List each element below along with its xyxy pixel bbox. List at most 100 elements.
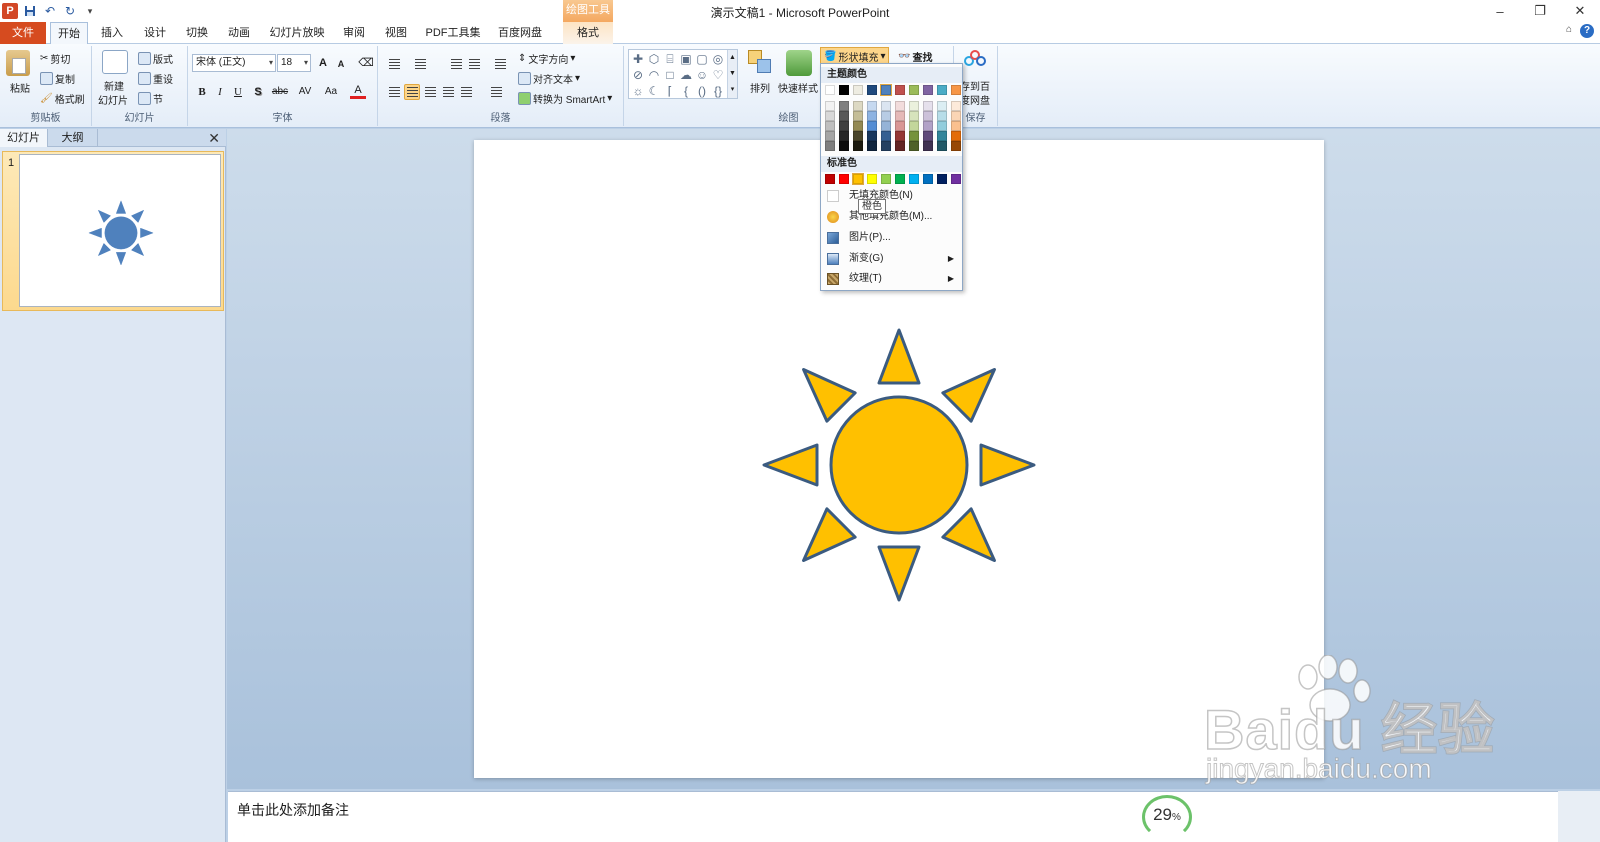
theme-shade-swatch[interactable] <box>951 121 961 131</box>
gradient-fill-item[interactable]: 渐变(G) ▶ <box>822 249 962 269</box>
section-button[interactable]: 节 <box>138 91 163 106</box>
copy-button[interactable]: 复制 <box>40 71 75 86</box>
font-size-combo[interactable]: 18 ▾ <box>277 54 311 72</box>
texture-fill-item[interactable]: 纹理(T) ▶ <box>822 269 962 289</box>
new-slide-label-2[interactable]: 幻灯片 <box>98 92 128 107</box>
shape-arc-icon[interactable]: ◠ <box>647 68 661 82</box>
standard-color-swatch[interactable] <box>839 174 849 184</box>
notes-pane[interactable]: 单击此处添加备注 <box>228 791 1558 842</box>
slide-thumbnail-selected[interactable]: 1 <box>2 151 224 311</box>
theme-shade-swatch[interactable] <box>839 131 849 141</box>
theme-shade-swatch[interactable] <box>825 131 835 141</box>
theme-shade-swatch[interactable] <box>825 101 835 111</box>
theme-shade-swatch[interactable] <box>825 121 835 131</box>
theme-shade-swatch[interactable] <box>951 111 961 121</box>
standard-color-swatch[interactable] <box>923 174 933 184</box>
arrange-icon[interactable] <box>748 50 772 74</box>
change-case-button[interactable]: Aa <box>320 84 342 100</box>
shape-curly-icon[interactable]: {} <box>711 84 725 98</box>
theme-shade-swatch[interactable] <box>867 101 877 111</box>
theme-shade-swatch[interactable] <box>839 111 849 121</box>
theme-shade-swatch[interactable] <box>923 131 933 141</box>
theme-shade-swatch[interactable] <box>923 111 933 121</box>
tab-slideshow[interactable]: 幻灯片放映 <box>262 22 332 44</box>
tab-transitions[interactable]: 切换 <box>178 22 216 44</box>
standard-color-swatch[interactable] <box>881 174 891 184</box>
notes-scrollbar[interactable] <box>1558 791 1600 842</box>
shape-sun-icon[interactable]: ☼ <box>631 84 645 98</box>
shape-square-icon[interactable]: □ <box>663 68 677 82</box>
shape-heart-icon[interactable]: ♡ <box>711 68 725 82</box>
theme-color-swatch[interactable] <box>951 85 961 95</box>
justify-icon[interactable] <box>440 84 456 100</box>
close-pane-icon[interactable]: ✕ <box>208 129 220 147</box>
theme-shade-swatch[interactable] <box>951 131 961 141</box>
theme-shade-swatch[interactable] <box>867 121 877 131</box>
picture-fill-item[interactable]: 图片(P)... <box>822 228 962 248</box>
theme-color-swatch[interactable] <box>937 85 947 95</box>
theme-color-swatch[interactable] <box>923 85 933 95</box>
theme-shade-swatch[interactable] <box>937 101 947 111</box>
theme-shade-swatch[interactable] <box>937 121 947 131</box>
smartart-button[interactable]: 转换为 SmartArt ▾ <box>518 91 612 106</box>
tab-outline[interactable]: 大纲 <box>48 129 98 147</box>
tab-format[interactable]: 格式 <box>563 22 613 44</box>
theme-shade-swatch[interactable] <box>909 121 919 131</box>
shape-can-icon[interactable]: ⌸ <box>663 52 677 66</box>
theme-shade-swatch[interactable] <box>881 121 891 131</box>
shape-cube-icon[interactable]: ▣ <box>679 52 693 66</box>
baidu-netdisk-icon[interactable] <box>964 50 986 68</box>
tab-file[interactable]: 文件 <box>0 22 46 44</box>
columns-icon[interactable] <box>488 84 504 100</box>
theme-shade-swatch[interactable] <box>839 121 849 131</box>
theme-shade-swatch[interactable] <box>909 111 919 121</box>
theme-color-swatch[interactable] <box>853 85 863 95</box>
shapes-gallery[interactable]: ✚ ⬡ ⌸ ▣ ▢ ◎ ⊘ ◠ □ ☁ ☺ ♡ ☼ ☾ ⌈ { () {} ▲ ▼… <box>628 49 738 99</box>
save-to-netdisk-label-2[interactable]: 度网盘 <box>960 92 990 107</box>
theme-shade-swatch[interactable] <box>895 101 905 111</box>
theme-color-swatch[interactable] <box>895 85 905 95</box>
clear-format-icon[interactable]: ⌫ <box>358 55 374 71</box>
strikethrough-button[interactable]: abc <box>270 84 290 100</box>
standard-color-swatch[interactable] <box>825 174 835 184</box>
shape-octagon-icon[interactable]: ⬡ <box>647 52 661 66</box>
cut-button[interactable]: ✂ 剪切 <box>40 51 70 66</box>
theme-color-swatch[interactable] <box>839 85 849 95</box>
tab-home[interactable]: 开始 <box>50 22 88 45</box>
tab-pdf-tools[interactable]: PDF工具集 <box>420 22 486 44</box>
theme-shade-swatch[interactable] <box>909 101 919 111</box>
shadow-button[interactable]: S <box>250 84 266 100</box>
align-text-button[interactable]: 对齐文本 ▾ <box>518 71 580 86</box>
bold-button[interactable]: B <box>194 84 210 100</box>
standard-color-swatch[interactable] <box>951 174 961 184</box>
tab-slides[interactable]: 幻灯片 <box>0 129 48 147</box>
theme-shade-swatch[interactable] <box>895 131 905 141</box>
distribute-icon[interactable] <box>458 84 474 100</box>
theme-shade-swatch[interactable] <box>881 101 891 111</box>
theme-color-swatch[interactable] <box>825 85 835 95</box>
theme-shade-swatch[interactable] <box>853 141 863 151</box>
theme-shade-swatch[interactable] <box>923 121 933 131</box>
tab-review[interactable]: 审阅 <box>336 22 372 44</box>
line-spacing-icon[interactable] <box>492 56 508 72</box>
theme-shade-swatch[interactable] <box>867 141 877 151</box>
shape-bracket-icon[interactable]: ⌈ <box>663 84 677 98</box>
more-colors-item[interactable]: 其他填充颜色(M)... <box>822 207 962 227</box>
theme-shade-swatch[interactable] <box>853 121 863 131</box>
theme-shade-swatch[interactable] <box>867 111 877 121</box>
font-color-button[interactable]: A <box>350 84 366 99</box>
shape-brace-icon[interactable]: { <box>679 84 693 98</box>
theme-shade-swatch[interactable] <box>839 101 849 111</box>
minimize-ribbon-icon[interactable]: ⌂ <box>1566 24 1572 38</box>
theme-shade-swatch[interactable] <box>853 131 863 141</box>
theme-shade-swatch[interactable] <box>839 141 849 151</box>
tab-baidu-netdisk[interactable]: 百度网盘 <box>490 22 550 44</box>
align-right-icon[interactable] <box>422 84 438 100</box>
theme-shade-swatch[interactable] <box>895 121 905 131</box>
quick-styles-button[interactable]: 快速样式 <box>778 80 818 95</box>
bullets-icon[interactable] <box>386 56 402 72</box>
theme-shade-swatch[interactable] <box>909 141 919 151</box>
paste-button[interactable]: 粘贴 <box>10 80 30 95</box>
find-button[interactable]: 👓 查找 <box>898 49 932 64</box>
theme-shade-swatch[interactable] <box>895 111 905 121</box>
